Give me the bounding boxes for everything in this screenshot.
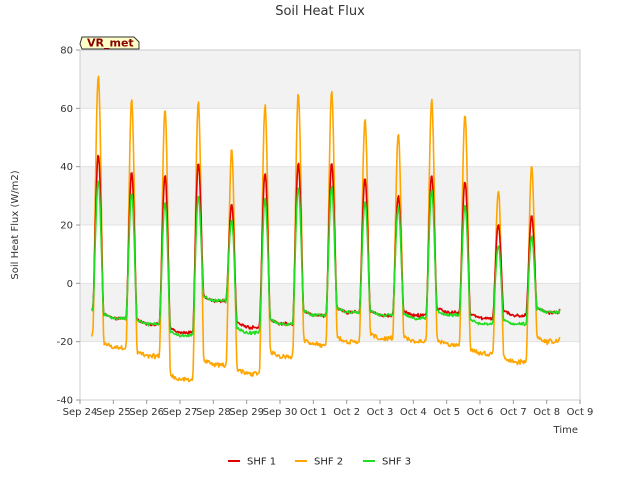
x-tick-label: Oct 8 [533,407,560,418]
x-tick-label: Sep 30 [263,407,298,418]
x-tick-label: Sep 27 [163,407,198,418]
grid-band [80,283,580,342]
x-tick-label: Oct 5 [433,407,460,418]
y-tick-label: 80 [60,46,73,57]
chart-title: Soil Heat Flux [275,4,365,19]
x-tick-label: Sep 26 [129,407,164,418]
x-tick-label: Oct 3 [367,407,394,418]
y-tick-label: -40 [57,396,73,407]
legend: SHF 1 SHF 2 SHF 3 [228,457,411,468]
x-tick-label: Oct 1 [300,407,327,418]
x-tick-label: Oct 2 [333,407,360,418]
grid-band [80,50,580,109]
x-tick-label: Sep 28 [196,407,231,418]
x-tick-label: Oct 4 [400,407,427,418]
station-badge: VR_met [79,36,140,50]
x-tick-label: Oct 7 [500,407,527,418]
y-tick-label: -20 [57,337,73,348]
station-badge-text: VR_met [87,37,134,50]
legend-label-shf-2: SHF 2 [314,457,343,468]
legend-label-shf-1: SHF 1 [247,457,276,468]
x-tick-label: Sep 24 [63,407,98,418]
x-tick-label: Sep 25 [96,407,131,418]
x-axis-title: Time [553,425,578,436]
y-tick-label: 60 [60,104,73,115]
y-tick-label: 40 [60,162,73,173]
x-tick-label: Oct 9 [567,407,594,418]
y-tick-label: 20 [60,221,73,232]
soil-heat-flux-chart: -40 -20 0 20 40 60 80 Sep 24Sep 25Sep 26Sep 27… [0,0,640,480]
y-tick-label: 0 [67,279,73,290]
x-tick-label: Sep 29 [229,407,264,418]
y-axis-title: Soil Heat Flux (W/m2) [10,170,21,279]
x-tick-label: Oct 6 [467,407,494,418]
legend-label-shf-3: SHF 3 [382,457,411,468]
